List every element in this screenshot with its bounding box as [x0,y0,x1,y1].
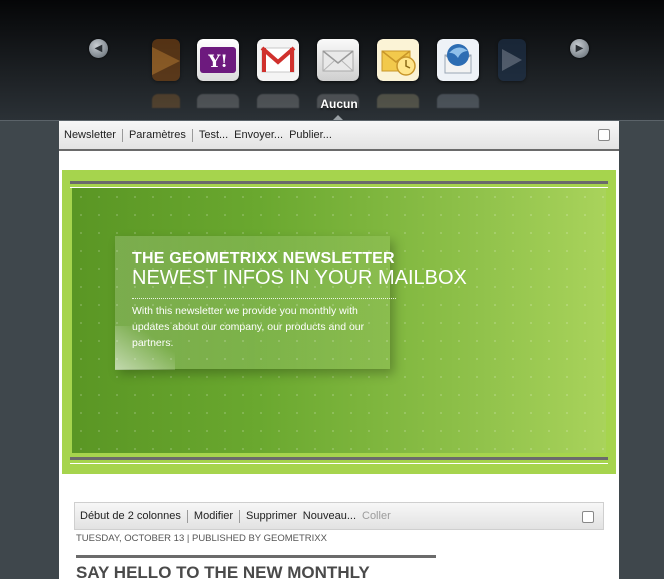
banner-bottom-rule [70,457,608,464]
edit-button[interactable]: Modifier [188,510,239,522]
partial-dark-icon[interactable] [498,39,526,81]
settings-button[interactable]: Paramètres [123,129,192,141]
selection-pointer-icon [333,115,343,120]
carousel-prev-button[interactable]: ◀ [89,39,108,58]
article-title: SAY HELLO TO THE NEW MONTHLY [76,563,370,579]
delete-button[interactable]: Supprimer [240,510,303,522]
thunderbird-icon[interactable] [437,39,479,81]
selected-template-label: Aucun [320,97,358,111]
newsletter-menu[interactable]: Newsletter [59,129,122,141]
paste-button[interactable]: Coller [362,510,397,522]
gmail-icon[interactable] [257,39,299,81]
article-meta: TUESDAY, OCTOBER 13 | PUBLISHED BY GEOME… [76,533,327,544]
column-section-toolbar: Début de 2 colonnes Modifier Supprimer N… [74,502,604,530]
article-title-rule [76,555,436,558]
new-button[interactable]: Nouveau... [303,510,362,522]
newsletter-page: Newsletter Paramètres Test... Envoyer...… [59,121,619,579]
partial-orange-icon[interactable] [152,39,180,81]
plain-mail-icon[interactable] [317,39,359,81]
send-button[interactable]: Envoyer... [234,129,289,141]
test-button[interactable]: Test... [193,129,234,141]
outlook-icon[interactable] [377,39,419,81]
banner-image: THE GEOMETRIXX NEWSLETTER NEWEST INFOS I… [72,188,606,453]
banner-divider [132,298,396,299]
banner-subtitle: NEWEST INFOS IN YOUR MAILBOX [132,267,467,289]
yahoo-glyph: Y! [207,52,228,72]
chevron-right-icon: ▶ [575,42,584,54]
newsletter-banner: THE GEOMETRIXX NEWSLETTER NEWEST INFOS I… [62,170,616,474]
banner-intro-text: With this newsletter we provide you mont… [132,305,365,349]
toolbar-checkbox[interactable] [598,129,610,141]
banner-top-rule [70,181,608,188]
publish-button[interactable]: Publier... [289,129,338,141]
chevron-left-icon: ◀ [94,42,103,54]
template-carousel: ◀ Y! Aucun ▶ [0,0,664,121]
carousel-next-button[interactable]: ▶ [570,39,589,58]
section-checkbox[interactable] [582,511,594,523]
page-toolbar: Newsletter Paramètres Test... Envoyer...… [59,121,619,151]
section-label: Début de 2 colonnes [80,510,181,522]
yahoo-mail-icon[interactable]: Y! [197,39,239,81]
banner-title: THE GEOMETRIXX NEWSLETTER [132,250,395,267]
